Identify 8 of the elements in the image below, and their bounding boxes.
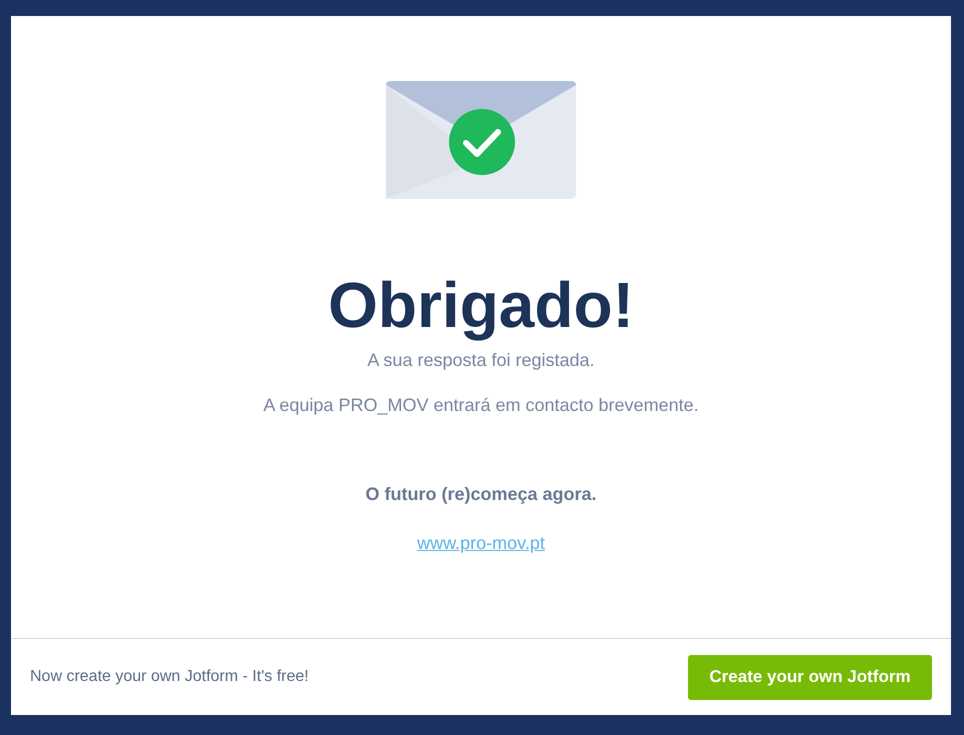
website-link[interactable]: www.pro-mov.pt [417,530,545,557]
confirmation-text: A equipa PRO_MOV entrará em contacto brevemente. [263,394,699,417]
create-form-button[interactable]: Create your own Jotform [688,654,932,700]
thank-you-heading: Obrigado! [328,268,634,343]
confirmation-text: A sua resposta foi registada. [367,349,595,372]
envelope-check-icon [386,81,576,199]
promo-text: Now create your own Jotform - It's free! [30,667,309,687]
tagline-text: O futuro (re)começa agora. [365,483,597,506]
